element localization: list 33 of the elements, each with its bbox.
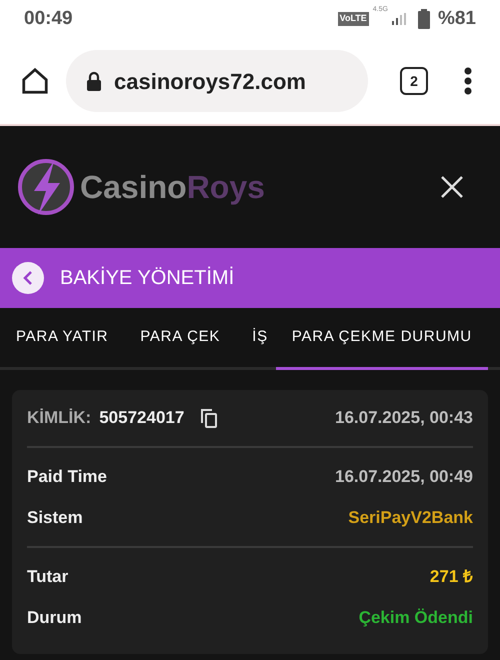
detail-label: Paid Time bbox=[27, 466, 107, 488]
close-icon[interactable] bbox=[440, 175, 464, 199]
address-bar[interactable]: casinoroys72.com bbox=[66, 50, 368, 112]
url-text: casinoroys72.com bbox=[114, 68, 306, 96]
detail-value: SeriPayV2Bank bbox=[348, 506, 473, 529]
banner-title: BAKİYE YÖNETİMİ bbox=[60, 266, 234, 291]
logo-text: CasinoRoys bbox=[80, 168, 265, 207]
tab[interactable]: PARA YATIR bbox=[0, 308, 124, 370]
back-button[interactable] bbox=[12, 262, 44, 294]
status-time: 00:49 bbox=[24, 6, 73, 31]
tab[interactable]: PARA ÇEKME DURUMU bbox=[276, 308, 488, 370]
home-icon[interactable] bbox=[20, 66, 50, 96]
battery-level: %81 bbox=[438, 6, 476, 31]
volte-badge: VoLTE bbox=[338, 12, 369, 26]
logo-icon bbox=[16, 157, 76, 217]
signal-icon bbox=[392, 13, 406, 25]
chevron-left-icon bbox=[23, 271, 33, 285]
detail-label: Tutar bbox=[27, 566, 68, 588]
detail-value: 271 ₺ bbox=[430, 566, 473, 588]
tab[interactable]: İŞ bbox=[236, 308, 276, 370]
copy-icon[interactable] bbox=[200, 408, 218, 428]
detail-value: 16.07.2025, 00:49 bbox=[334, 466, 473, 488]
lock-icon bbox=[86, 71, 102, 91]
tab[interactable]: PARA ÇEK bbox=[124, 308, 236, 370]
id-value: 505724017 bbox=[99, 407, 184, 430]
tab-count-button[interactable]: 2 bbox=[400, 67, 428, 95]
detail-label: Durum bbox=[27, 606, 82, 629]
id-label: KİMLİK: bbox=[27, 407, 92, 430]
detail-value: Çekim Ödendi bbox=[358, 606, 473, 629]
detail-label: Sistem bbox=[27, 506, 83, 529]
created-date: 16.07.2025, 00:43 bbox=[334, 407, 473, 430]
battery-icon bbox=[418, 9, 430, 29]
more-menu-icon[interactable] bbox=[464, 67, 472, 95]
